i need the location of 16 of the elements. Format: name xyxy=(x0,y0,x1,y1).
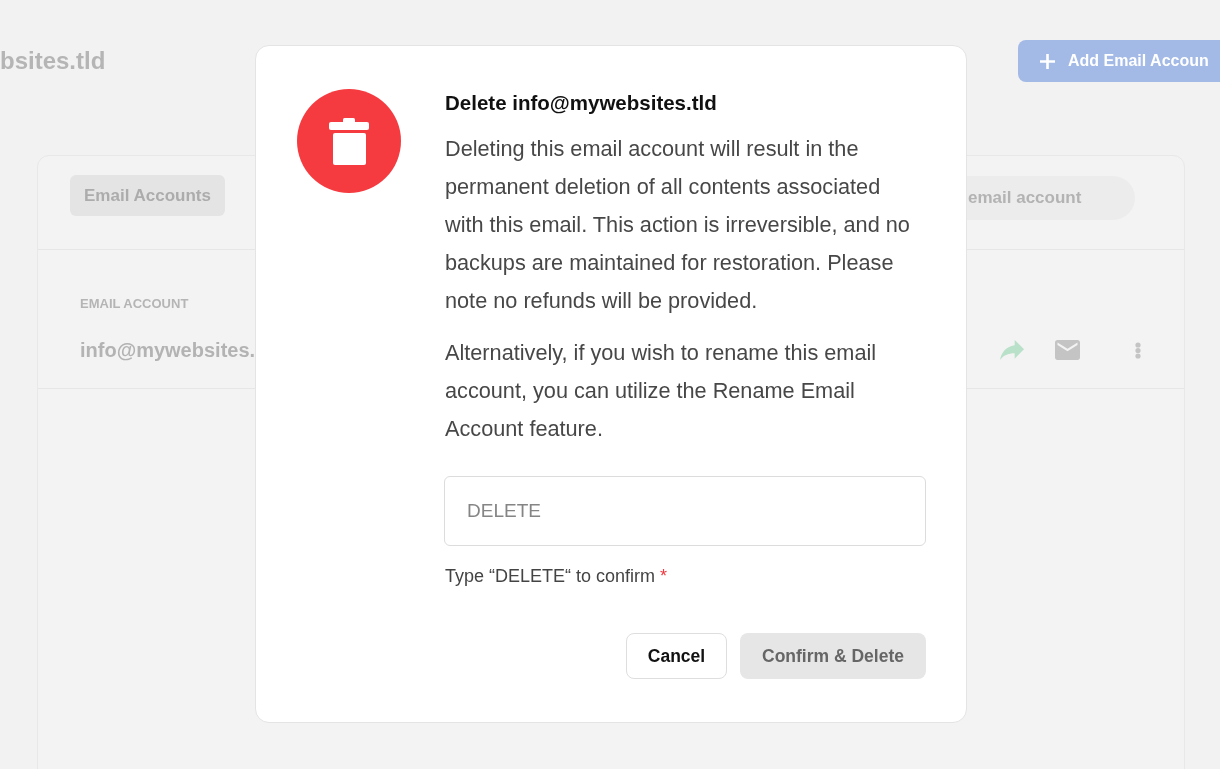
confirm-input-field[interactable]: DELETE xyxy=(444,476,926,546)
page-title: bsites.tld xyxy=(0,46,106,76)
plus-icon xyxy=(1040,53,1055,69)
confirm-hint: Type “DELETE“ to confirm xyxy=(445,566,656,586)
trash-icon xyxy=(297,89,401,193)
search-field[interactable]: email account xyxy=(967,176,1135,220)
dialog-message: Deleting this email account will result in the permanent deletion of all contents associated with this email. This action is irreversible, and no backups are maintained for restoration. Please note no refunds will be provided. xyxy=(445,135,911,315)
cancel-button[interactable]: Cancel xyxy=(626,633,727,679)
required-asterisk: * xyxy=(660,566,668,586)
dialog-message: Alternatively, if you wish to rename this email account, you can utilize the Rename Email Account feature. xyxy=(445,339,878,443)
email-cell: info@mywebsites. xyxy=(80,338,256,362)
forward-arrow-icon[interactable] xyxy=(1000,340,1024,360)
mail-icon[interactable] xyxy=(1055,340,1080,360)
dialog-title: Delete info@mywebsites.tld xyxy=(445,91,717,115)
column-header: EMAIL ACCOUNT xyxy=(80,297,189,311)
more-options-icon[interactable] xyxy=(1135,341,1141,359)
